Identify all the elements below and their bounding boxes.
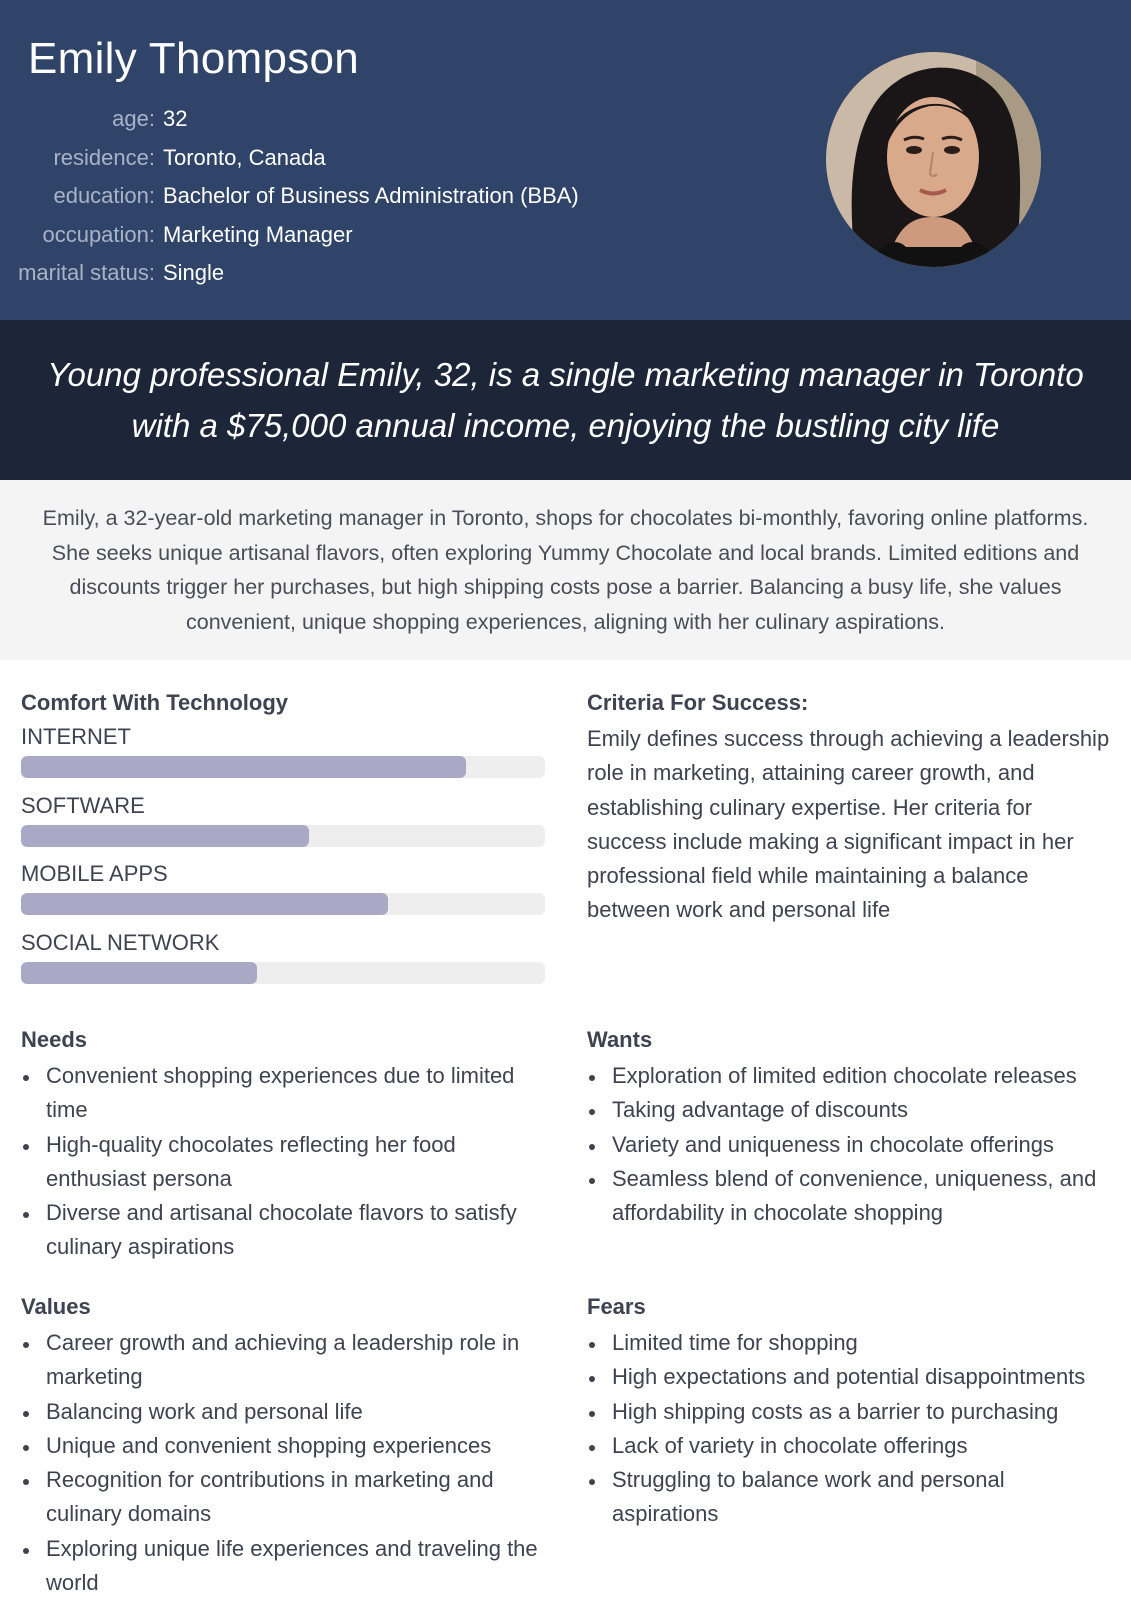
list-item: Exploration of limited edition chocolate… <box>587 1059 1117 1093</box>
tech-item-mobile-apps: MOBILE APPS <box>21 859 545 928</box>
section-title: Values <box>21 1294 91 1319</box>
list-item: High shipping costs as a barrier to purc… <box>587 1395 1117 1429</box>
portrait-image <box>826 52 1041 267</box>
list-item: Lack of variety in chocolate offerings <box>587 1429 1117 1463</box>
attribute-row-occupation: occupation: Marketing Manager <box>0 216 579 255</box>
progress-fill <box>21 893 388 915</box>
list-item: Seamless blend of convenience, uniquenes… <box>587 1162 1117 1231</box>
values-section: Values Career growth and achieving a lea… <box>21 1292 541 1600</box>
tech-label: INTERNET <box>21 724 131 749</box>
progress-fill <box>21 824 310 847</box>
attribute-label: residence: <box>53 144 155 170</box>
wants-list: Exploration of limited edition chocolate… <box>587 1059 1117 1230</box>
list-item: High-quality chocolates reflecting her f… <box>21 1128 541 1197</box>
attribute-row-marital-status: marital status: Single <box>0 254 579 293</box>
attribute-row-residence: residence: Toronto, Canada <box>0 139 579 178</box>
progress-fill <box>21 756 467 778</box>
wants-section: Wants Exploration of limited edition cho… <box>587 1025 1117 1230</box>
section-title: Criteria For Success: <box>587 690 809 715</box>
list-item: High expectations and potential disappoi… <box>587 1360 1117 1394</box>
attribute-row-age: age: 32 <box>0 100 579 139</box>
criteria-for-success-section: Criteria For Success: Emily defines succ… <box>587 688 1117 928</box>
progress-track <box>21 756 545 778</box>
tech-item-social-network: SOCIAL NETWORK <box>21 928 545 997</box>
summary-section: Emily, a 32-year-old marketing manager i… <box>0 480 1131 660</box>
tagline-banner: Young professional Emily, 32, is a singl… <box>0 320 1131 480</box>
list-item: Career growth and achieving a leadership… <box>21 1326 541 1395</box>
section-title: Comfort With Technology <box>21 690 289 715</box>
progress-fill <box>21 961 257 984</box>
fears-section: Fears Limited time for shopping High exp… <box>587 1292 1117 1532</box>
attribute-value: Marketing Manager <box>163 221 353 247</box>
list-item: Unique and convenient shopping experienc… <box>21 1429 541 1463</box>
list-item: Taking advantage of discounts <box>587 1093 1117 1127</box>
attribute-value: Single <box>163 260 225 286</box>
progress-track <box>21 893 545 915</box>
persona-name: Emily Thompson <box>28 34 360 83</box>
section-title: Fears <box>587 1294 646 1319</box>
list-item: Limited time for shopping <box>587 1326 1117 1360</box>
attribute-row-education: education: Bachelor of Business Administ… <box>0 177 579 216</box>
attribute-value: Toronto, Canada <box>163 144 326 170</box>
summary-text: Emily, a 32-year-old marketing manager i… <box>42 506 1089 634</box>
fears-list: Limited time for shopping High expectati… <box>587 1326 1117 1532</box>
tech-item-software: SOFTWARE <box>21 791 545 860</box>
list-item: Recognition for contributions in marketi… <box>21 1463 541 1532</box>
progress-track <box>21 824 545 847</box>
attribute-label: occupation: <box>42 221 155 247</box>
attribute-label: marital status: <box>18 260 155 286</box>
list-item: Struggling to balance work and personal … <box>587 1463 1117 1532</box>
list-item: Variety and uniqueness in chocolate offe… <box>587 1128 1117 1162</box>
list-item: Exploring unique life experiences and tr… <box>21 1532 541 1600</box>
needs-list: Convenient shopping experiences due to l… <box>21 1059 541 1265</box>
tech-label: SOFTWARE <box>21 792 145 818</box>
section-title: Wants <box>587 1027 653 1052</box>
tech-label: MOBILE APPS <box>21 861 168 886</box>
attribute-label: education: <box>53 183 155 209</box>
tech-item-internet: INTERNET <box>21 722 545 791</box>
progress-track <box>21 961 545 984</box>
list-item: Diverse and artisanal chocolate flavors … <box>21 1196 541 1265</box>
values-list: Career growth and achieving a leadership… <box>21 1326 541 1600</box>
technology-comfort-section: Comfort With Technology INTERNET SOFTWAR… <box>21 688 545 996</box>
list-item: Balancing work and personal life <box>21 1395 541 1429</box>
persona-attributes: age: 32 residence: Toronto, Canada educa… <box>0 100 579 293</box>
tagline: Young professional Emily, 32, is a singl… <box>47 356 1084 444</box>
criteria-text: Emily defines success through achieving … <box>587 726 1110 923</box>
needs-section: Needs Convenient shopping experiences du… <box>21 1025 541 1265</box>
attribute-value: 32 <box>163 106 188 132</box>
section-title: Needs <box>21 1027 88 1052</box>
profile-header: Emily Thompson age: 32 residence: Toront… <box>0 0 1131 320</box>
avatar <box>826 52 1041 267</box>
tech-label: SOCIAL NETWORK <box>21 929 220 955</box>
attribute-value: Bachelor of Business Administration (BBA… <box>163 183 579 209</box>
list-item: Convenient shopping experiences due to l… <box>21 1059 541 1128</box>
attribute-label: age: <box>112 106 155 132</box>
